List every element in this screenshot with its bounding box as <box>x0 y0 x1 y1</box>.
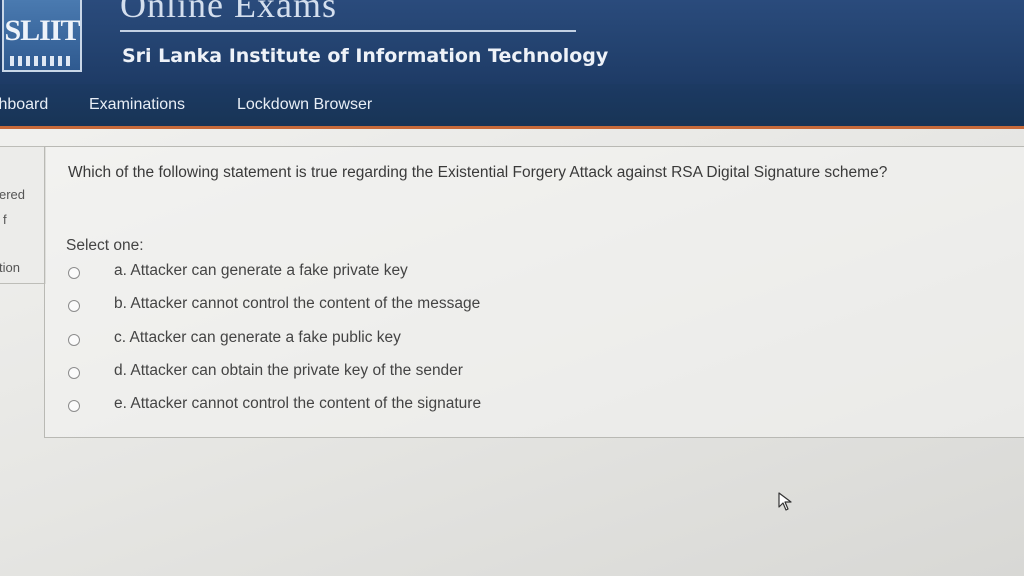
question-text: Which of the following statement is true… <box>68 164 888 181</box>
flag-question-link[interactable]: tion <box>0 260 20 275</box>
site-title: Online Exams <box>120 0 337 25</box>
answer-option-d[interactable]: d. Attacker can obtain the private key o… <box>68 362 768 388</box>
radio-button[interactable] <box>68 367 80 379</box>
radio-button[interactable] <box>68 267 80 279</box>
question-info-block: ered f tion <box>0 146 46 284</box>
header-divider <box>120 30 576 32</box>
radio-button[interactable] <box>68 300 80 312</box>
radio-button[interactable] <box>68 334 80 346</box>
logo-stripes <box>10 56 74 66</box>
site-header: SLIIT Online Exams Sri Lanka Institute o… <box>0 0 1024 84</box>
question-status-text: ered <box>0 187 26 202</box>
answer-label[interactable]: b. Attacker cannot control the content o… <box>114 295 480 313</box>
answer-option-e[interactable]: e. Attacker cannot control the content o… <box>68 395 768 421</box>
answer-option-c[interactable]: c. Attacker can generate a fake public k… <box>68 329 768 355</box>
radio-button[interactable] <box>68 400 80 412</box>
institute-name: Sri Lanka Institute of Information Techn… <box>122 45 609 67</box>
main-navbar: Dashboard Examinations Lockdown Browser <box>0 84 1024 129</box>
select-one-prompt: Select one: <box>66 237 144 254</box>
answer-label[interactable]: e. Attacker cannot control the content o… <box>114 395 481 413</box>
answer-label[interactable]: d. Attacker can obtain the private key o… <box>114 362 463 380</box>
answer-option-a[interactable]: a. Attacker can generate a fake private … <box>68 262 768 288</box>
answer-label[interactable]: a. Attacker can generate a fake private … <box>114 262 408 280</box>
nav-item-lockdown-browser[interactable]: Lockdown Browser <box>237 96 372 114</box>
question-marks-text: f <box>3 212 7 227</box>
answer-option-b[interactable]: b. Attacker cannot control the content o… <box>68 295 768 321</box>
sliit-logo[interactable]: SLIIT <box>2 0 82 72</box>
mouse-pointer-icon <box>778 492 792 511</box>
answer-label[interactable]: c. Attacker can generate a fake public k… <box>114 329 401 347</box>
logo-text: SLIIT <box>4 14 80 47</box>
nav-item-examinations[interactable]: Examinations <box>89 96 185 114</box>
nav-item-dashboard[interactable]: Dashboard <box>0 96 48 114</box>
